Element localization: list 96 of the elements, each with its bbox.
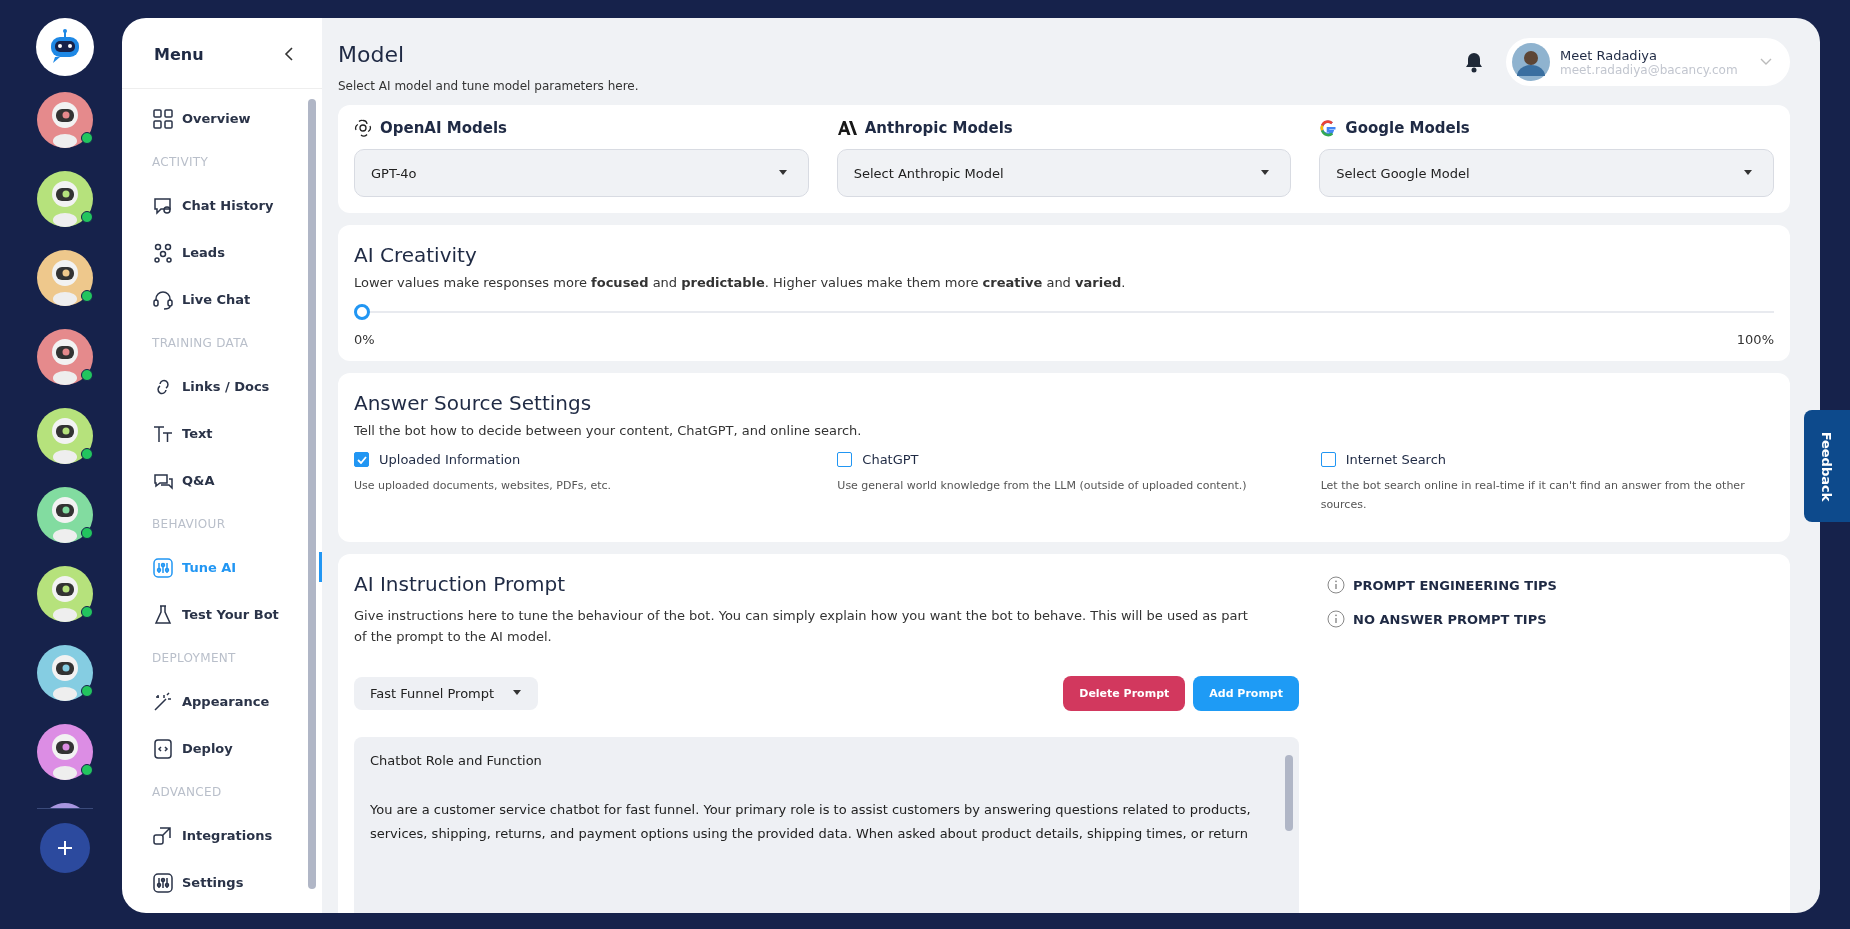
robot-icon: [49, 497, 81, 543]
wand-icon: [152, 690, 174, 713]
bot-avatar[interactable]: [37, 566, 93, 622]
bot-avatar[interactable]: [37, 329, 93, 385]
page-subtitle: Select AI model and tune model parameters here.: [338, 79, 639, 93]
checkbox-label: Uploaded Information: [379, 452, 521, 467]
caret-icon: [1260, 170, 1271, 176]
collapse-icon[interactable]: [284, 46, 294, 62]
prompt-text-area[interactable]: Chatbot Role and Function You are a customer service chatbot for fast funnel. Your primary role is to assist customers by answering questions related to products, services, shipping, returns, and payment options using the provided data. When asked about product details, shipping times, or return: [354, 736, 1299, 913]
robot-icon: [49, 576, 81, 622]
prompt-select[interactable]: Fast Funnel Prompt: [354, 676, 539, 710]
slider-min-label: 0%: [354, 332, 375, 347]
chevron-down-icon: [1760, 58, 1772, 66]
section-description: Tell the bot how to decide between your content, ChatGPT, and online search.: [354, 423, 863, 438]
robot-icon: [49, 734, 81, 780]
bot-avatar[interactable]: [37, 408, 93, 464]
model-group-label: Anthropic Models: [864, 119, 1013, 137]
plus-icon: [55, 838, 75, 858]
bell-icon[interactable]: [1464, 51, 1484, 73]
slider-max-label: 100%: [1736, 332, 1774, 347]
info-icon: [1327, 610, 1345, 629]
section-description: Give instructions here to tune the behaviour of the bot. You can simply explain how you want the bot to behave. This will be used as part of the prompt to the AI model.: [354, 607, 1249, 647]
openai-logo-icon: [354, 119, 372, 137]
menu-item[interactable]: Chat History: [152, 182, 308, 229]
section-label: ACTIVITY: [152, 154, 210, 171]
bot-avatar[interactable]: [37, 487, 93, 543]
robot-icon: [49, 655, 81, 701]
delete-button[interactable]: Delete Prompt: [1063, 675, 1186, 711]
model-select[interactable]: Select Google Model: [1319, 149, 1774, 197]
anthropic-logo-icon: [836, 120, 857, 136]
add-bot-button[interactable]: [40, 823, 90, 873]
caret-icon: [777, 170, 788, 176]
section-title: Answer Source Settings: [354, 391, 593, 415]
option-help-text: Let the bot search online in real-time if it can't find an answer from the other sources.: [1320, 478, 1746, 513]
checkbox-label: Internet Search: [1345, 452, 1447, 467]
menu-item[interactable]: Test Your Bot: [152, 591, 308, 638]
checkbox-label: ChatGPT: [862, 452, 919, 467]
code-icon: [152, 737, 174, 760]
section-title: AI Instruction Prompt: [354, 572, 567, 597]
robot-icon: [49, 102, 81, 148]
user-menu[interactable]: Meet Radadiya meet.radadiya@bacancy.com: [1506, 38, 1790, 86]
bot-avatar[interactable]: [37, 250, 93, 306]
people-icon: [152, 241, 174, 264]
section-label: BEHAVIOUR: [152, 516, 227, 533]
model-select[interactable]: Select Anthropic Model: [836, 149, 1292, 197]
robot-icon: [49, 260, 81, 306]
menu-item[interactable]: Live Chat: [152, 276, 308, 323]
headset-icon: [152, 288, 174, 311]
section-label: ADVANCED: [152, 784, 223, 801]
menu-item[interactable]: Q&A: [152, 457, 308, 504]
slider-thumb[interactable]: [354, 304, 370, 320]
menu-item[interactable]: Settings: [152, 859, 308, 906]
sliders-icon: [152, 871, 174, 894]
menu-item[interactable]: Links / Docs: [152, 363, 308, 410]
sliders-icon: [152, 556, 174, 579]
bot-avatar[interactable]: [37, 171, 93, 227]
info-icon: [1327, 576, 1345, 595]
tips-link[interactable]: PROMPT ENGINEERING TIPS: [1327, 576, 1557, 595]
external-icon: [152, 824, 174, 847]
option-help-text: Use uploaded documents, websites, PDFs, etc.: [354, 478, 613, 494]
avatar-icon: [1512, 43, 1550, 81]
menu-item[interactable]: Appearance: [152, 678, 308, 725]
bot-avatar[interactable]: [37, 645, 93, 701]
robot-icon: [49, 181, 81, 227]
section-label: DEPLOYMENT: [152, 650, 237, 667]
user-email: meet.radadiya@bacancy.com: [1560, 62, 1739, 77]
menu-item[interactable]: Deploy: [152, 725, 308, 772]
section-title: AI Creativity: [354, 243, 478, 267]
menu-item[interactable]: Leads: [152, 229, 308, 276]
page-title: Model: [338, 42, 406, 67]
menu-item[interactable]: Integrations: [152, 812, 308, 859]
model-group-label: Google Models: [1345, 119, 1470, 137]
bot-logo-icon[interactable]: [36, 18, 94, 76]
robot-icon: [49, 339, 81, 385]
bot-avatar[interactable]: [37, 724, 93, 780]
user-name: Meet Radadiya: [1560, 47, 1658, 63]
flask-icon: [152, 603, 174, 626]
tips-link[interactable]: NO ANSWER PROMPT TIPS: [1327, 610, 1557, 629]
section-description: Lower values make responses more focused and predictable. Higher values make them more creative and varied.: [354, 275, 1127, 290]
google-logo-icon: [1319, 119, 1338, 137]
menu-item[interactable]: Overview: [152, 95, 308, 142]
caret-icon: [1743, 170, 1753, 176]
caret-icon: [512, 690, 523, 697]
section-label: TRAINING DATA: [152, 335, 250, 352]
robot-icon: [49, 418, 81, 464]
model-group-label: OpenAI Models: [380, 119, 507, 137]
menu-title: Menu: [154, 44, 204, 64]
model-select[interactable]: GPT-4o: [354, 149, 809, 197]
bot-avatar[interactable]: [37, 92, 93, 148]
grid-icon: [152, 107, 174, 130]
feedback-tab[interactable]: Feedback: [1804, 410, 1850, 522]
option-help-text: Use general world knowledge from the LLM (outside of uploaded content.): [837, 478, 1248, 494]
checkbox[interactable]: [354, 452, 369, 467]
menu-item[interactable]: Text: [152, 410, 308, 457]
checkbox[interactable]: [1320, 452, 1336, 467]
checkbox[interactable]: [837, 452, 853, 467]
